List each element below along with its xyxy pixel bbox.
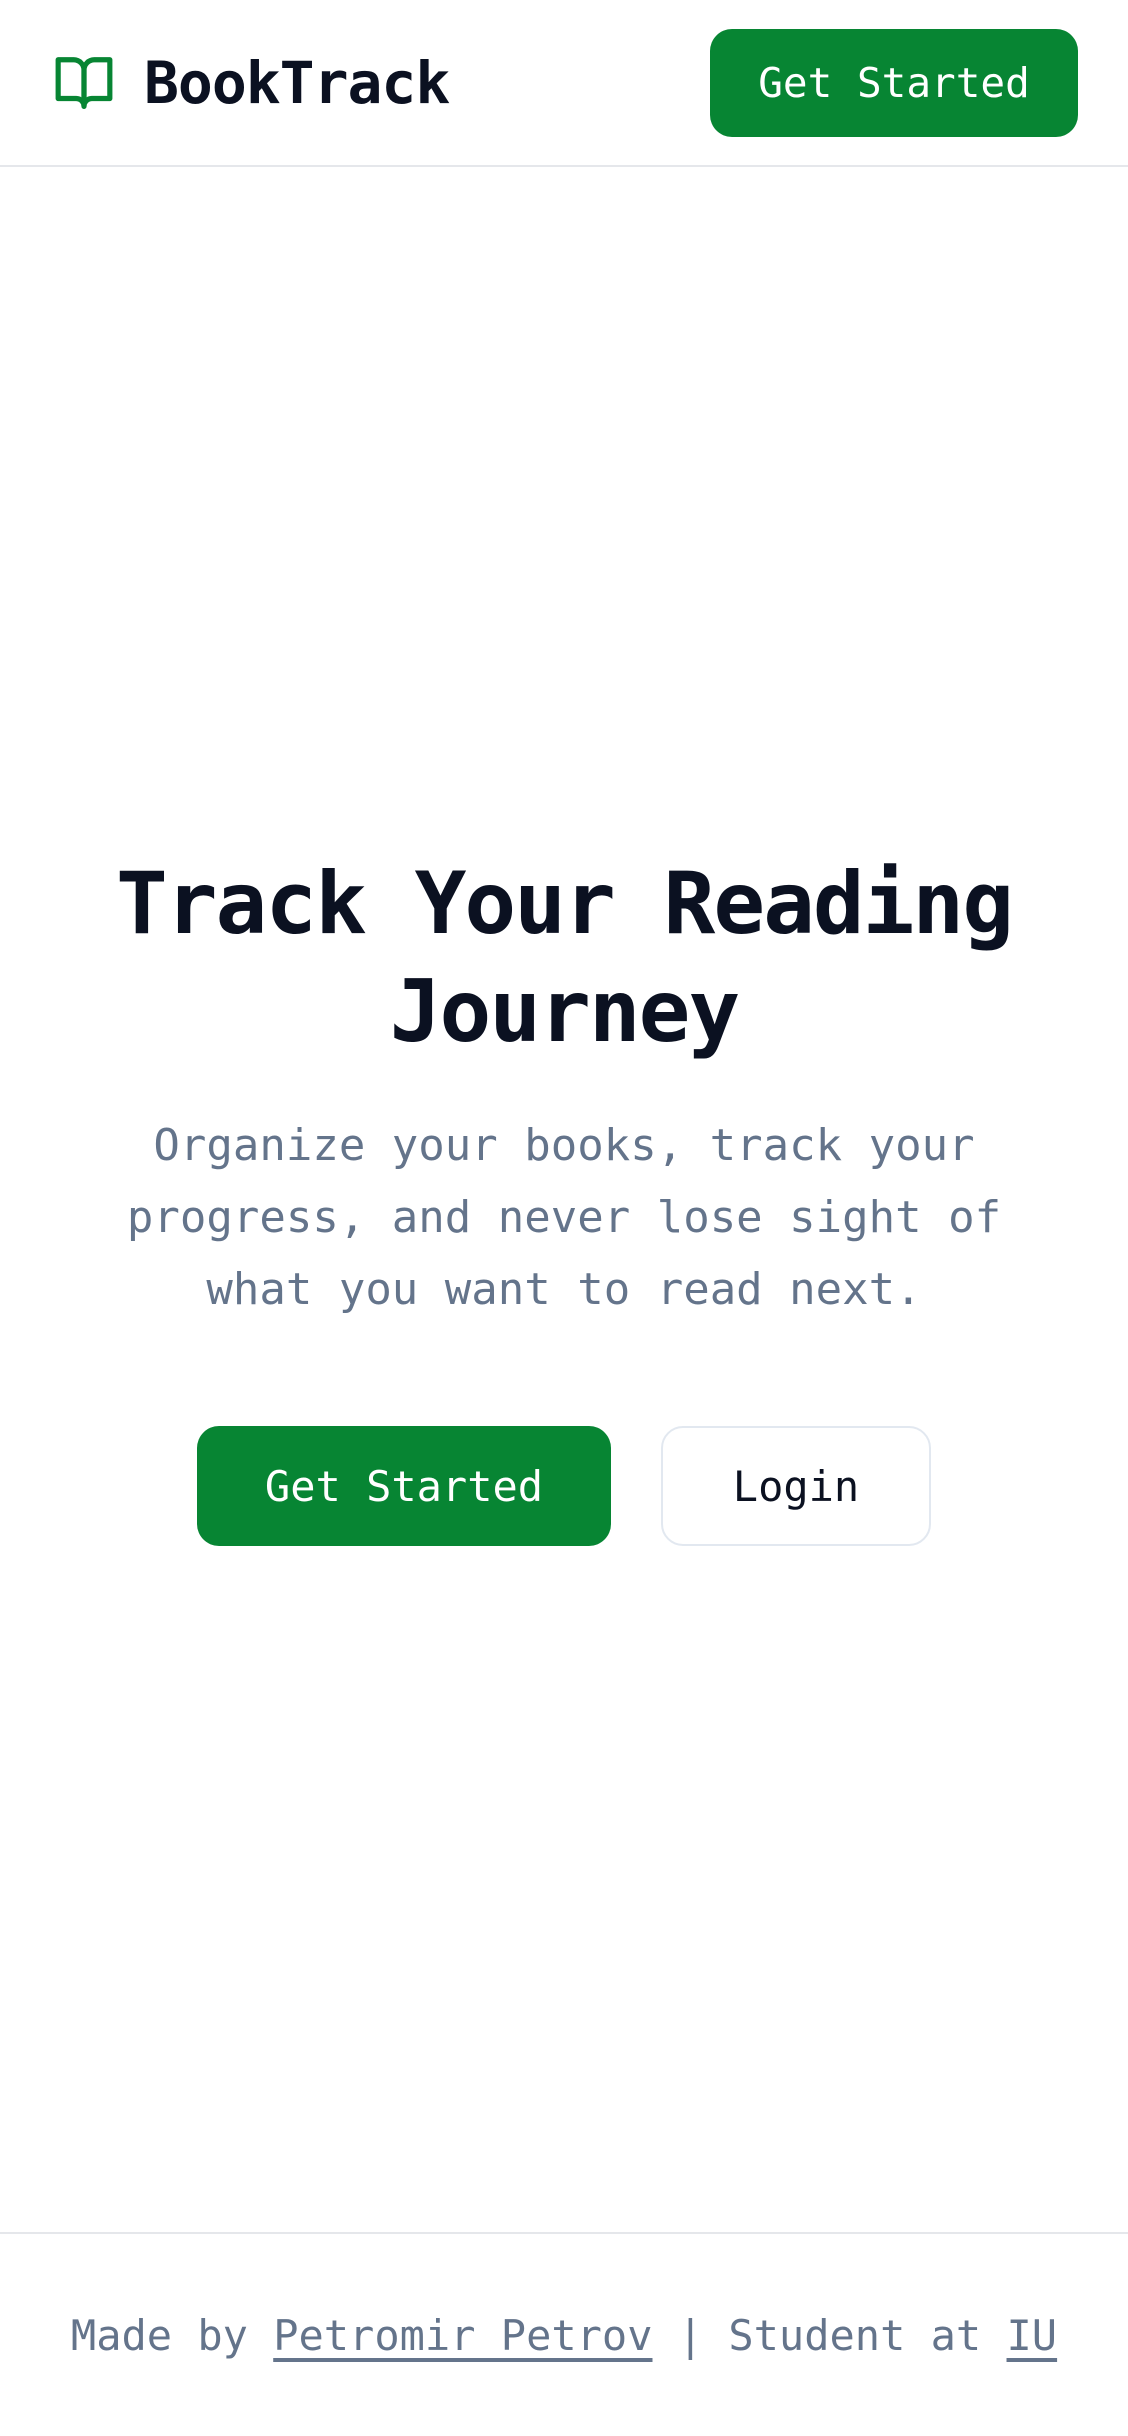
brand-name: BookTrack (144, 48, 450, 117)
get-started-button[interactable]: Get Started (197, 1426, 611, 1546)
author-link[interactable]: Petromir Petrov (273, 2311, 652, 2360)
footer-separator: | Student at (652, 2310, 1007, 2360)
hero-subtitle: Organize your books, track your progress… (126, 1120, 1002, 1315)
footer-prefix: Made by (70, 2310, 274, 2360)
hero-title: Track Your Reading Journey (116, 854, 1014, 1062)
top-navbar: BookTrack Get Started (0, 0, 1128, 167)
login-button[interactable]: Login (661, 1426, 931, 1546)
footer: Made by Petromir Petrov | Student at IU (0, 2232, 1128, 2436)
brand[interactable]: BookTrack (50, 48, 450, 117)
open-book-icon (55, 56, 113, 109)
school-link[interactable]: IU (1007, 2311, 1058, 2360)
hero-section: Track Your Reading Journey Organize your… (0, 850, 1128, 1546)
hero-actions: Get Started Login (197, 1426, 931, 1546)
header-get-started-button[interactable]: Get Started (710, 28, 1078, 137)
